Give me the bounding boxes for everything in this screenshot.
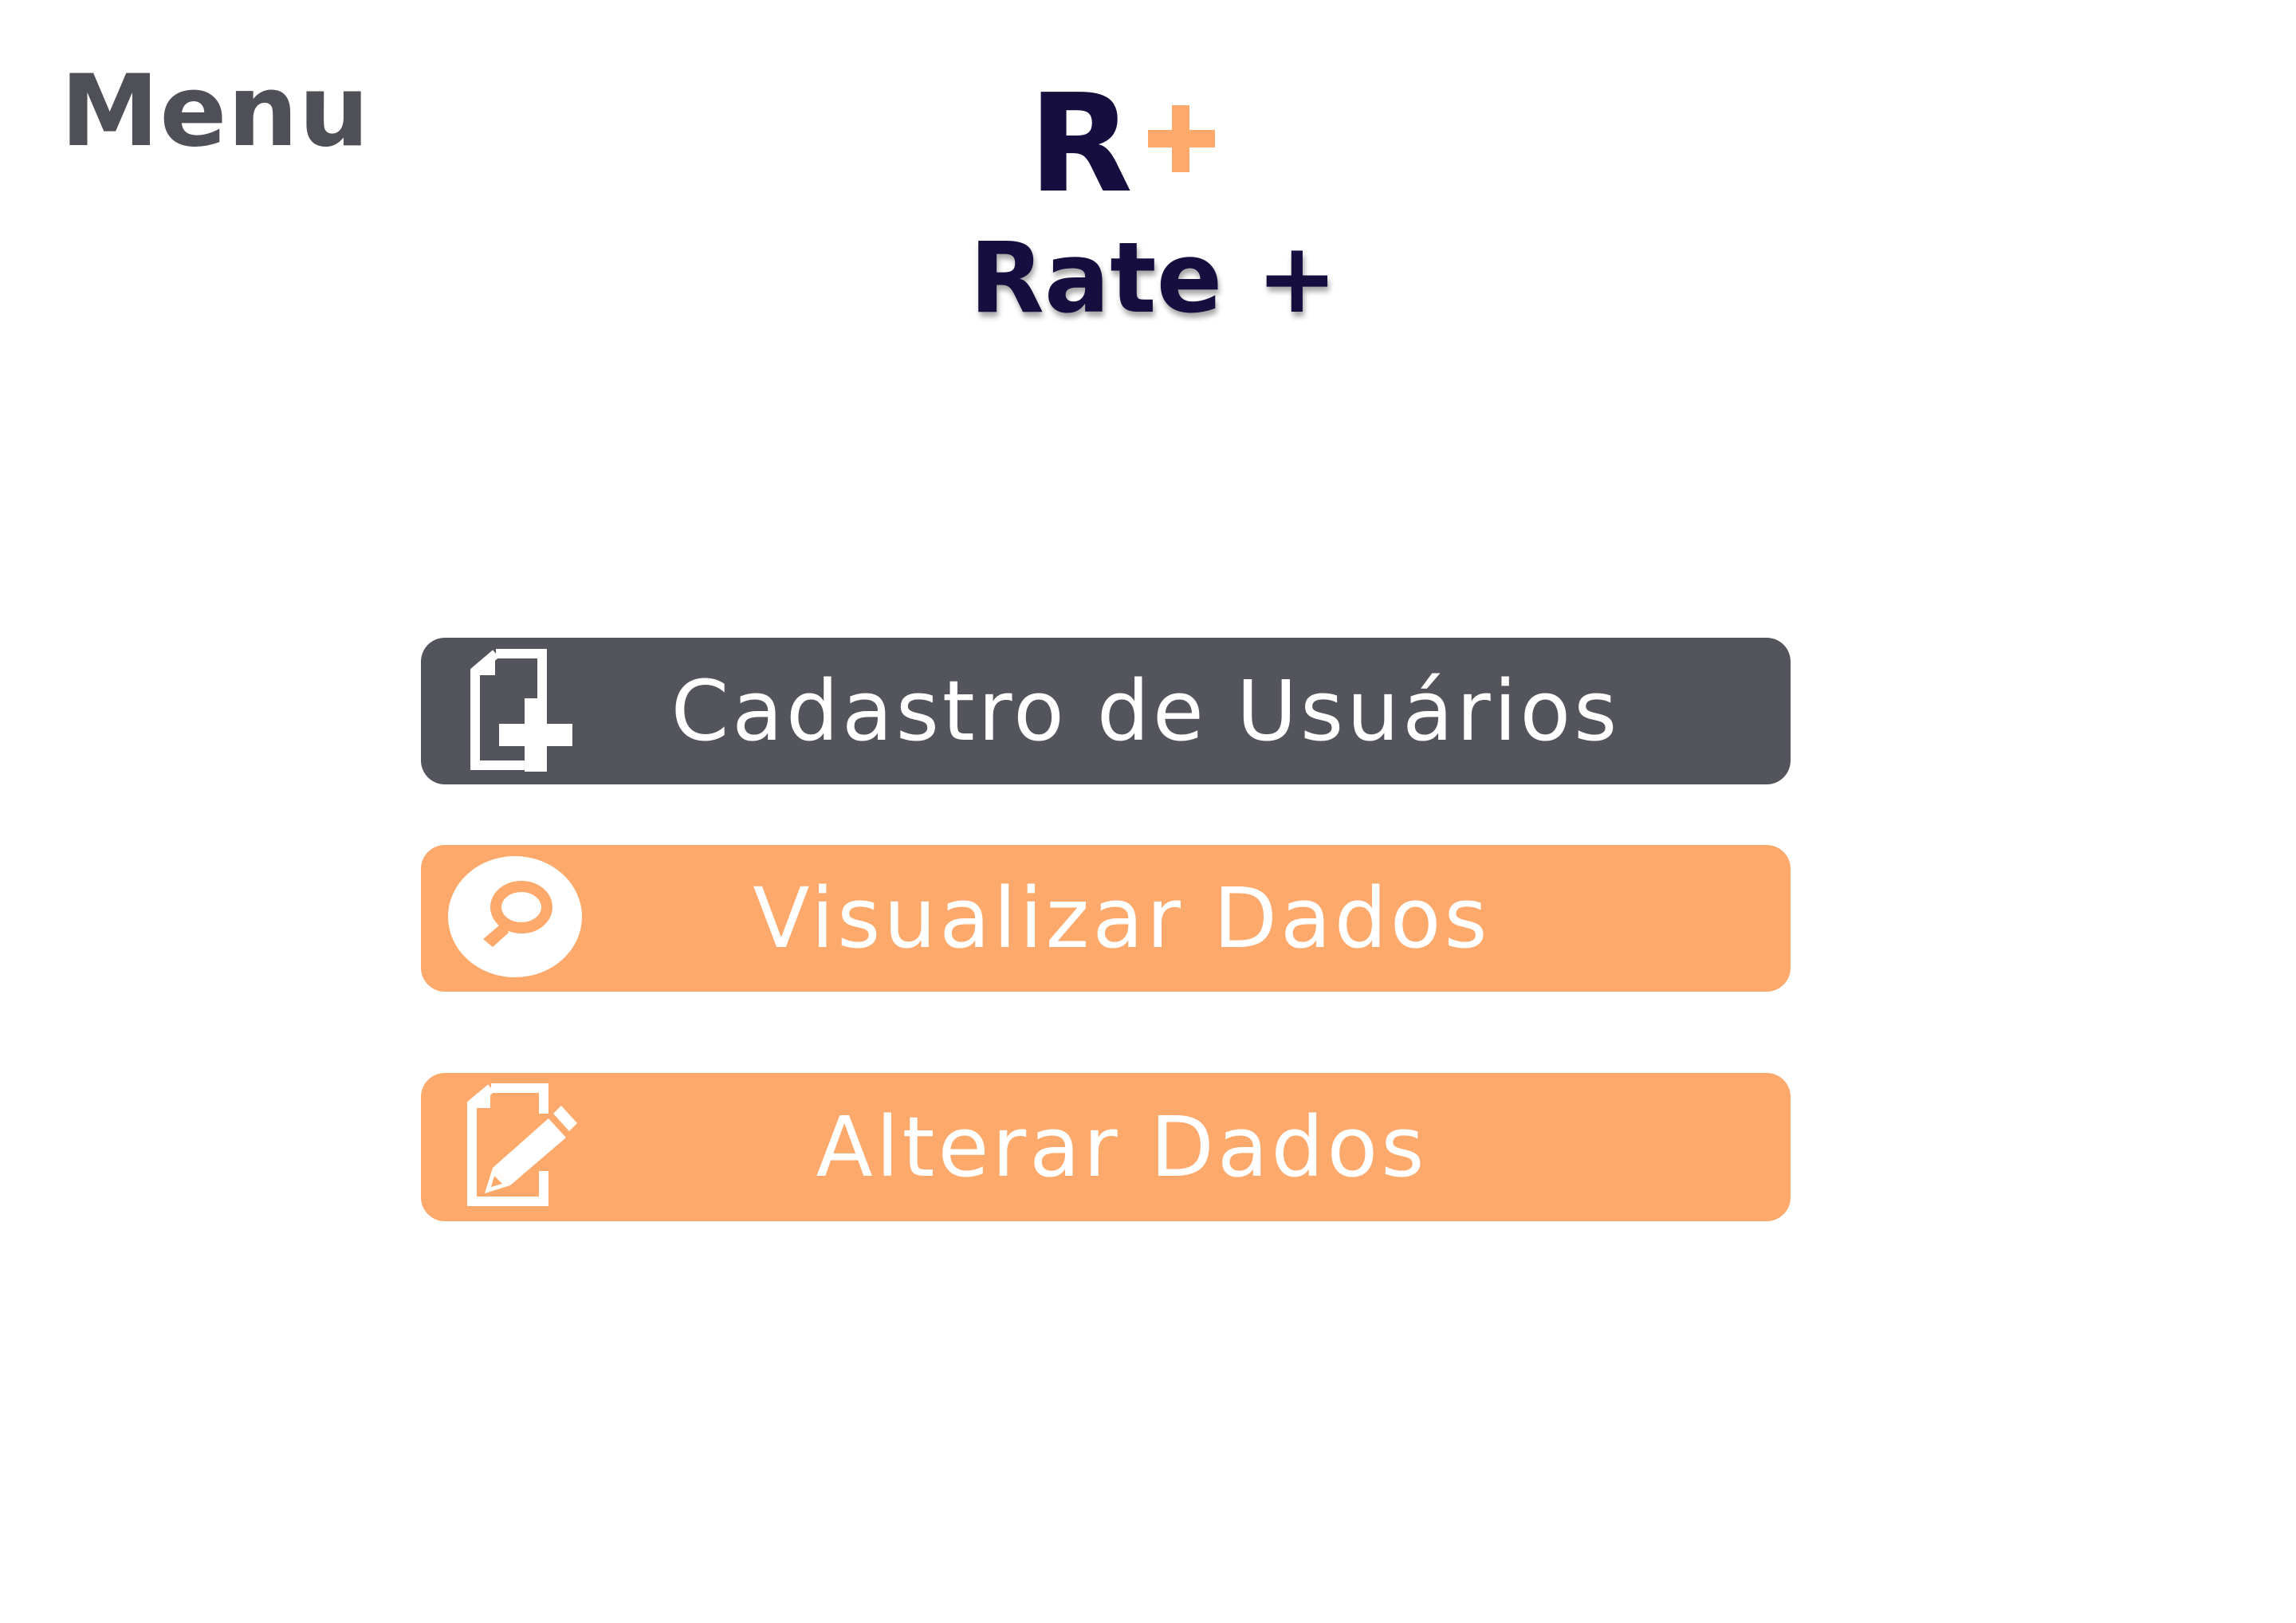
logo-letter: R (1028, 65, 1133, 223)
edit-data-button[interactable]: Alterar Dados (421, 1073, 1791, 1221)
app-logo: R (1028, 77, 1220, 212)
view-data-button[interactable]: Visualizar Dados (421, 845, 1791, 992)
edit-data-label: Alterar Dados (816, 1098, 1428, 1196)
user-registration-label: Cadastro de Usuários (670, 662, 1621, 760)
page-title: Menu (61, 54, 371, 169)
view-data-label: Visualizar Dados (753, 870, 1491, 967)
user-registration-button[interactable]: Cadastro de Usuários (421, 638, 1791, 784)
logo-plus-icon (1148, 105, 1215, 172)
add-document-icon (445, 646, 585, 776)
edit-document-icon (445, 1082, 585, 1212)
app-name: Rate + (969, 222, 1339, 335)
search-icon (445, 853, 585, 984)
